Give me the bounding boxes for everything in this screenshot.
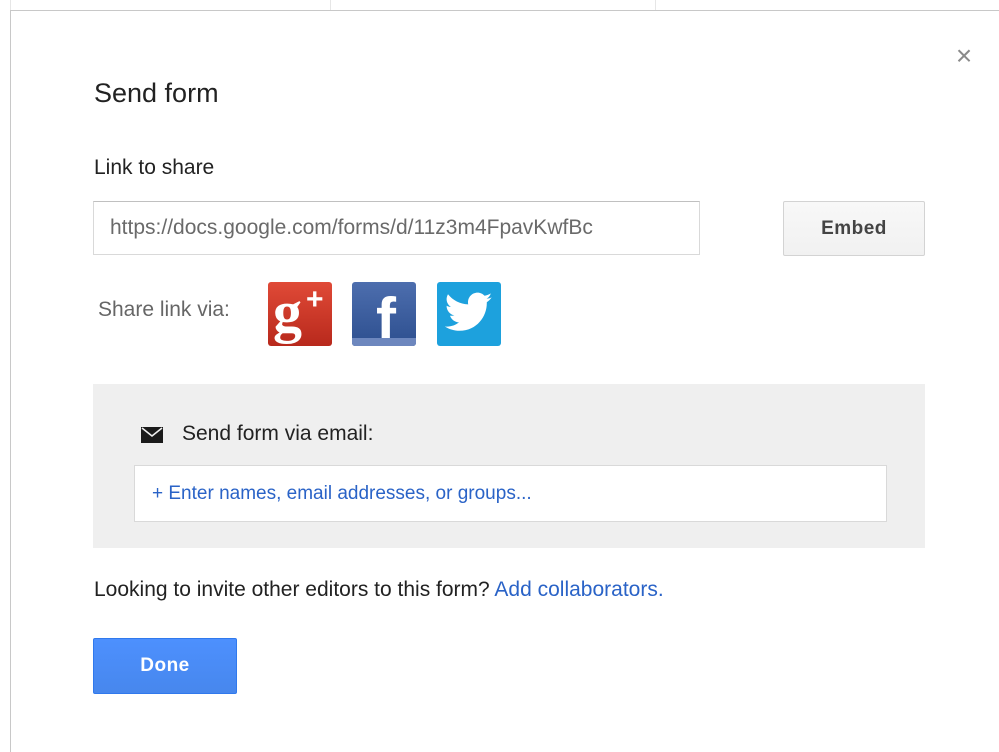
link-to-share-label: Link to share (94, 156, 215, 179)
google-plus-icon[interactable]: g + (268, 282, 332, 346)
embed-button[interactable]: Embed (783, 201, 925, 256)
page: × Send form Link to share Embed Share li… (0, 0, 999, 752)
facebook-icon[interactable]: f (352, 282, 416, 346)
invite-prompt: Looking to invite other editors to this … (94, 578, 490, 601)
envelope-icon (141, 427, 163, 443)
dialog-title: Send form (94, 78, 219, 108)
share-link-input[interactable] (93, 201, 700, 255)
background-divider (330, 0, 331, 10)
twitter-icon[interactable] (437, 282, 501, 346)
invite-collaborators-text: Looking to invite other editors to this … (94, 578, 664, 602)
share-link-via-label: Share link via: (98, 298, 230, 321)
twitter-bird-icon (445, 292, 493, 331)
email-recipients-input[interactable] (134, 465, 887, 522)
done-button[interactable]: Done (93, 638, 237, 694)
close-icon[interactable]: × (950, 42, 978, 70)
add-collaborators-link[interactable]: Add collaborators. (494, 578, 663, 601)
background-divider (655, 0, 656, 10)
background-divider (10, 0, 11, 10)
send-via-email-label: Send form via email: (182, 422, 374, 445)
email-panel: Send form via email: (93, 384, 925, 548)
